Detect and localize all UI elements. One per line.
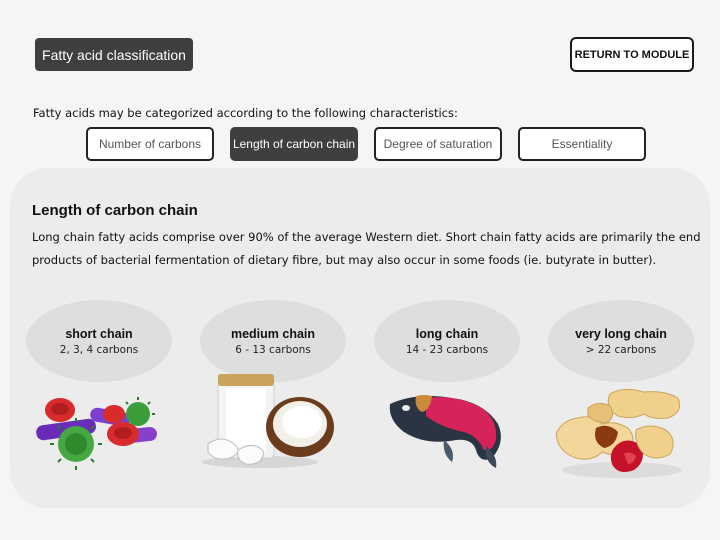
tab-number-of-carbons[interactable]: Number of carbons (86, 127, 214, 161)
category-title: short chain (65, 326, 133, 341)
tab-length-of-carbon-chain[interactable]: Length of carbon chain (230, 127, 358, 161)
category-long-chain: long chain 14 - 23 carbons (374, 300, 520, 382)
category-medium-chain: medium chain 6 - 13 carbons (200, 300, 346, 382)
category-carbons: 6 - 13 carbons (235, 343, 311, 356)
category-title: very long chain (575, 326, 667, 341)
category-carbons: > 22 carbons (585, 343, 657, 356)
category-title: long chain (415, 326, 479, 341)
tab-essentiality[interactable]: Essentiality (518, 127, 646, 161)
bacteria-icon (36, 397, 157, 470)
category-short-chain: short chain 2, 3, 4 carbons (26, 300, 172, 382)
panel-description: Long chain fatty acids comprise over 90%… (32, 230, 701, 267)
category-title: medium chain (230, 326, 316, 341)
category-very-long-chain: very long chain > 22 carbons (548, 300, 694, 382)
peanuts-icon (555, 388, 682, 478)
tab-degree-of-saturation[interactable]: Degree of saturation (374, 127, 502, 161)
return-to-module-button[interactable]: RETURN TO MODULE (570, 37, 694, 72)
panel-title: Length of carbon chain (32, 202, 198, 219)
intro-text: Fatty acids may be categorized according… (33, 106, 458, 120)
category-carbons: 14 - 23 carbons (405, 343, 489, 356)
coconut-icon (202, 374, 334, 468)
page-title: Fatty acid classification (35, 38, 193, 71)
category-carbons: 2, 3, 4 carbons (59, 343, 139, 356)
salmon-icon (389, 395, 501, 468)
